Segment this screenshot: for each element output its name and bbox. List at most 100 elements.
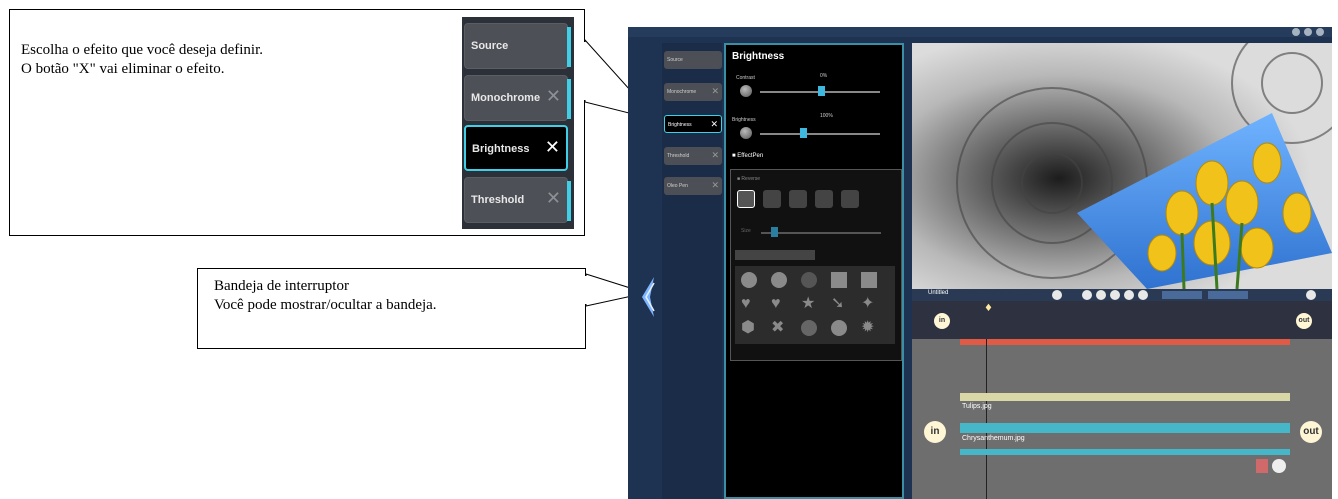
tray-switch-line2: Você pode mostrar/ocultar a bandeja. xyxy=(214,297,437,313)
heart-shape-icon[interactable]: ♥ xyxy=(771,296,787,312)
contrast-knob[interactable] xyxy=(740,85,752,97)
brush-shape-grid: ♥ ♥ ★ ➘ ✦ ⬢ ✖ ✹ xyxy=(735,266,895,344)
rewind-icon[interactable] xyxy=(1082,290,1092,300)
zoom-item-edge xyxy=(567,79,571,119)
close-icon[interactable]: ✕ xyxy=(545,137,560,158)
tray-item-oleo-pen[interactable]: Oleo Pen ✕ xyxy=(664,177,722,195)
playhead-line xyxy=(986,339,987,499)
brightness-value: 100% xyxy=(820,113,833,119)
reverse-label: Reverse xyxy=(741,176,761,182)
tray-item-brightness[interactable]: Brightness ✕ xyxy=(664,115,722,133)
tray-item-label: Monochrome xyxy=(667,89,697,95)
zoom-item-brightness[interactable]: Brightness ✕ xyxy=(464,125,568,171)
circle-shape-icon[interactable] xyxy=(741,272,757,288)
close-icon[interactable]: ✕ xyxy=(710,119,718,130)
zoom-item-label: Threshold xyxy=(471,194,525,206)
zoom-item-label: Source xyxy=(471,40,509,52)
tray-item-monochrome[interactable]: Monochrome ✕ xyxy=(664,83,722,101)
close-icon[interactable]: ✕ xyxy=(546,188,561,209)
sparkle-shape-icon[interactable]: ✦ xyxy=(861,296,877,312)
red-track[interactable] xyxy=(960,339,1290,345)
settings-icon[interactable] xyxy=(1306,290,1316,300)
brightness-slider-track[interactable] xyxy=(760,133,880,135)
zoom-item-edge xyxy=(567,181,571,221)
timeline: Untitled in out ♦ Tulips.jpg in out Chry… xyxy=(912,289,1332,499)
playhead-icon[interactable]: ♦ xyxy=(984,303,993,314)
eraser-tool-icon[interactable] xyxy=(815,190,833,208)
effect-tray xyxy=(662,43,722,499)
preview-image xyxy=(912,43,1332,289)
brush-tool-icon[interactable] xyxy=(737,190,755,208)
zoom-item-threshold[interactable]: Threshold ✕ xyxy=(464,177,571,223)
out-marker-large[interactable]: out xyxy=(1300,421,1322,443)
soft-circle-shape-icon[interactable] xyxy=(801,272,817,288)
pointer-tool-icon[interactable] xyxy=(841,190,859,208)
contrast-slider-thumb[interactable] xyxy=(818,86,825,96)
tray-switch-callout-text: Bandeja de interruptor Você pode mostrar… xyxy=(214,277,437,315)
contrast-value: 0% xyxy=(820,73,828,79)
close-icon[interactable]: ✕ xyxy=(711,150,719,161)
app-window: Source Monochrome ✕ Brightness ✕ Threshold… xyxy=(628,27,1332,499)
in-marker-large[interactable]: in xyxy=(924,421,946,443)
gear-shape-icon[interactable] xyxy=(801,320,817,336)
heart-shape-icon[interactable]: ♥ xyxy=(741,296,757,312)
record-icon[interactable] xyxy=(1052,290,1062,300)
clip-chrysanthemum[interactable] xyxy=(960,423,1290,433)
tray-item-label: Oleo Pen xyxy=(667,183,688,189)
zoom-item-source[interactable]: Source xyxy=(464,23,571,69)
hexagon-shape-icon[interactable]: ⬢ xyxy=(741,320,757,336)
trash-icon[interactable] xyxy=(1256,459,1268,473)
pencil-tool-icon[interactable] xyxy=(789,190,807,208)
timeline-toolbar: Untitled xyxy=(912,289,1332,301)
x-shape-icon[interactable]: ✖ xyxy=(771,320,787,336)
pause-icon[interactable] xyxy=(1110,290,1120,300)
close-icon[interactable]: ✕ xyxy=(711,86,719,97)
contrast-label: Contrast xyxy=(736,75,755,81)
zoomed-effect-list: Source Monochrome ✕ Brightness ✕ Thresho… xyxy=(462,17,574,229)
star-shape-icon[interactable]: ★ xyxy=(801,296,817,312)
minimize-icon[interactable] xyxy=(1292,28,1300,36)
tray-item-source[interactable]: Source xyxy=(664,51,722,69)
timeline-option-button[interactable] xyxy=(1208,291,1248,299)
square-shape-icon[interactable] xyxy=(861,272,877,288)
brightness-knob[interactable] xyxy=(740,127,752,139)
effect-settings-panel: Brightness Contrast 0% Brightness 100% ■… xyxy=(724,43,904,499)
tray-toggle-handle-icon[interactable] xyxy=(640,277,656,317)
circle-shape-icon[interactable] xyxy=(771,272,787,288)
clip-chrysanthemum-label: Chrysanthemum.jpg xyxy=(962,435,1025,442)
tray-item-label: Threshold xyxy=(667,153,690,159)
clip-chrysanthemum-bottom[interactable] xyxy=(960,449,1290,455)
close-window-icon[interactable] xyxy=(1316,28,1324,36)
zoom-item-monochrome[interactable]: Monochrome ✕ xyxy=(464,75,571,121)
clip-tulips[interactable] xyxy=(960,393,1290,401)
square-shape-icon[interactable] xyxy=(831,272,847,288)
effect-select-line1: Escolha o efeito que você deseja definir… xyxy=(21,42,263,58)
effect-select-callout-text: Escolha o efeito que você deseja definir… xyxy=(21,41,263,79)
close-icon[interactable]: ✕ xyxy=(546,86,561,107)
zoom-icon[interactable] xyxy=(1272,459,1286,473)
effect-select-line2: O botão "X" vai eliminar o efeito. xyxy=(21,61,225,77)
effectpen-label: ■ EffectPen xyxy=(732,153,764,159)
reverse-checkbox[interactable]: ■ Reverse xyxy=(737,176,760,182)
brightness-slider-thumb[interactable] xyxy=(800,128,807,138)
size-label: Size xyxy=(741,228,751,234)
tray-item-threshold[interactable]: Threshold ✕ xyxy=(664,147,722,165)
in-marker[interactable]: in xyxy=(934,313,950,329)
tray-item-label: Source xyxy=(667,57,683,63)
timeline-option-button[interactable] xyxy=(1162,291,1202,299)
shape-tabs[interactable] xyxy=(735,250,815,260)
pen-tool-icon[interactable] xyxy=(763,190,781,208)
maximize-icon[interactable] xyxy=(1304,28,1312,36)
size-slider-track[interactable] xyxy=(761,232,881,234)
fast-forward-icon[interactable] xyxy=(1138,290,1148,300)
prev-icon[interactable] xyxy=(1096,290,1106,300)
close-icon[interactable]: ✕ xyxy=(711,180,719,191)
next-icon[interactable] xyxy=(1124,290,1134,300)
dot-shape-icon[interactable] xyxy=(831,320,847,336)
out-marker[interactable]: out xyxy=(1296,313,1312,329)
size-slider-thumb[interactable] xyxy=(771,227,778,237)
effectpen-box: ■ Reverse Size ♥ ♥ ★ ➘ ✦ ⬢ ✖ ✹ xyxy=(730,169,902,361)
arrow-shape-icon[interactable]: ➘ xyxy=(831,296,847,312)
burst-shape-icon[interactable]: ✹ xyxy=(861,320,877,336)
image-preview xyxy=(912,43,1332,289)
